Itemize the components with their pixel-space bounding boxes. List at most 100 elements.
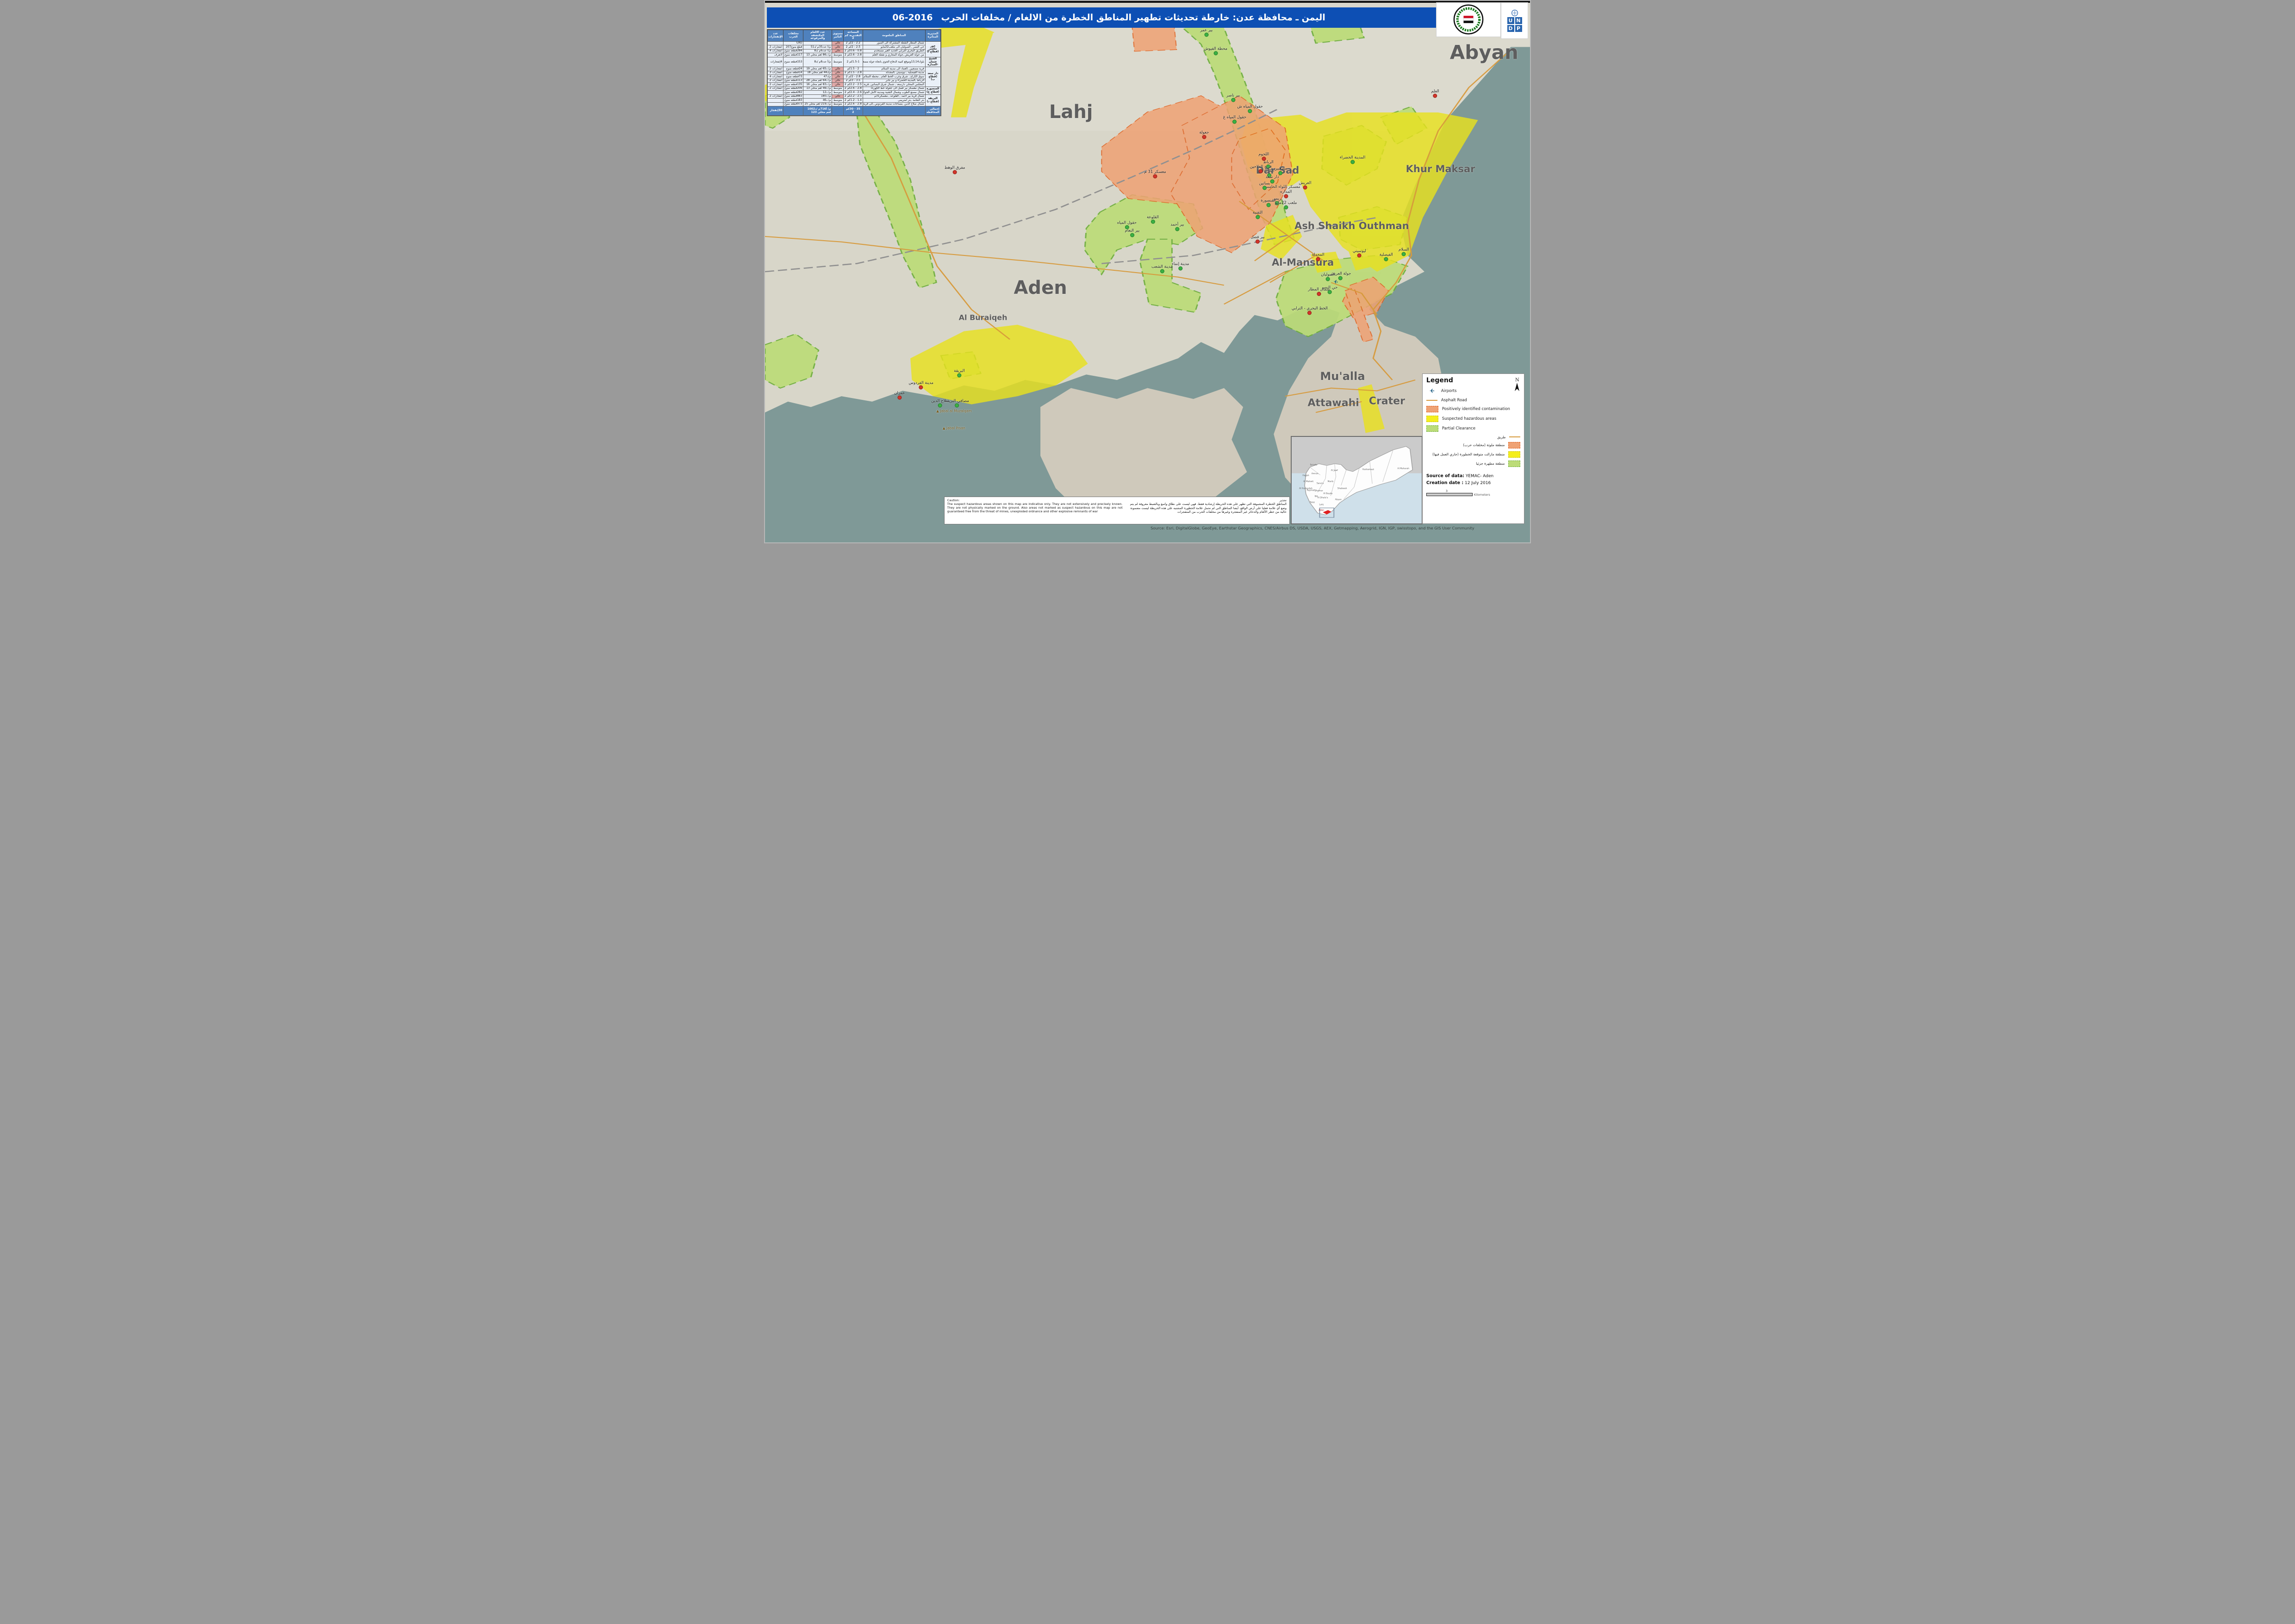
table-cell: م/ د219 لغم محلي 25 [803, 102, 832, 106]
table-cell: م/ د46 [803, 99, 832, 102]
scale-value: 3 [1446, 489, 1521, 493]
legend-label: Airports [1441, 389, 1457, 393]
region-label: Attawahi [1308, 398, 1359, 409]
table-cell: م/د44 لغم محلي 18 [803, 71, 832, 75]
table-cell [767, 102, 783, 106]
legend-label: Asphalt Road [1441, 398, 1467, 403]
map-point: ملعب 22مايو [1275, 201, 1297, 210]
table-cell: شمال مصنع الطوب وشمال التقنية ومدينة الأ… [863, 91, 925, 94]
caution-body-en: The suspect hazardous areas shown on thi… [947, 502, 1123, 513]
map-point: مدينة الشعب [1151, 265, 1173, 274]
table-row: بئر النعامة ,بئر أمتريمي1.4 - 1.2كم 2متو… [767, 99, 940, 102]
map-point-label: المداره [1280, 189, 1292, 194]
legend-label: طريق [1497, 435, 1505, 439]
title-date: 06-2016 [892, 12, 933, 23]
legend-label: Positively identified contamination [1442, 407, 1510, 411]
map-point-label: بساتين [1259, 181, 1270, 186]
map-point: المنصورة [1261, 199, 1276, 207]
map-point: شمال المطار [1308, 287, 1330, 296]
table-cell: شمال معسكر بير فضل الى جعولة خط الكهرباء [863, 87, 925, 90]
table-cell: 135قطعه منوع [784, 83, 803, 87]
red-dot-icon [1316, 257, 1320, 261]
green-dot-icon [1204, 32, 1208, 37]
table-cell [767, 91, 783, 94]
table-cell: بئر النعامة ,بئر أمتريمي [863, 99, 925, 102]
red-dot-icon [952, 170, 957, 174]
contamination-swatch [1508, 442, 1520, 448]
inset-governorate-label: Al Jawf [1331, 469, 1338, 472]
table-cell: 153قطعه منوع [784, 57, 803, 67]
scale-unit: Kilometers [1474, 493, 1490, 497]
table-cell: قطع منوع207 [784, 45, 803, 49]
table-cell: انفجارات 4 [767, 49, 783, 53]
table-cell: مستوى التأثير [832, 30, 844, 42]
green-dot-icon [1130, 233, 1134, 237]
map-point: المداره [1280, 189, 1292, 198]
table-cell: م/ د83 لغم محلي 16 [803, 83, 832, 87]
map-point-label: بير فضل [1250, 235, 1264, 239]
table-row: خور مكسر (قطاع أ)شمال المطار النقطة المش… [767, 41, 940, 45]
scale-bar-rect [1426, 493, 1473, 496]
map-point-label: حقول المياه ش [1237, 104, 1263, 109]
table-cell: شمال المطار النقطة المشتركة الى السور [863, 41, 925, 45]
table-cell: عالي [832, 71, 844, 75]
table-cell: البريقة (قطاع د) [925, 94, 940, 106]
table-cell: 73قطعه منوع [784, 75, 803, 79]
table-cell: 35 - 30كم 2 [843, 106, 863, 116]
legend-label: منطقة مطهرة جزئيا [1476, 461, 1505, 466]
map-point: بير أحمد [1170, 222, 1184, 231]
map-point: جعولة [1199, 130, 1209, 139]
table-row: الشيخ عثمان -المدارةبلوك13,14وموقع كتيبة… [767, 57, 940, 67]
table-cell: المجلس المحلي دارسعد , شمال شرق البساتين… [863, 83, 925, 87]
table-cell: 883قطعه منوع [784, 94, 803, 98]
table-cell: 2.8 - 2كم 2 [843, 75, 863, 79]
map-point: بير فضل [1250, 235, 1264, 243]
table-cell: 183قطعه منوع [784, 99, 803, 102]
map-point: مصعبين [1274, 167, 1287, 175]
table-cell: 30إنفجار [767, 106, 783, 116]
table-cell: 113قطعه منوع [784, 79, 803, 82]
map-point: العلم [1431, 89, 1439, 98]
green-dot-icon [1338, 276, 1343, 280]
map-point-label: دار سعد [1266, 174, 1279, 179]
map-point-label: التقنية [1253, 211, 1263, 215]
caution-body-ar: المناطق الخطرة المشبوهة التي تظهر على هذ… [1130, 502, 1287, 514]
table-cell: 2.8 - 2.6كم 2 [843, 87, 863, 90]
inset-governorate-label: Abyan [1335, 499, 1342, 501]
map-point-label: بير عمر [1200, 28, 1213, 32]
table-cell: انفجارات 2 [767, 83, 783, 87]
map-point-label: البريقة [954, 368, 964, 373]
green-dot-icon [1151, 219, 1155, 224]
table-cell: مخلفات الحرب [784, 30, 803, 42]
table-cell: م/ د64 لغم محلي 28 [803, 79, 832, 82]
legend-item-partial: Partial Clearance [1426, 425, 1521, 432]
table-cell: 117قطعه منوع [784, 53, 803, 57]
inset-governorate-label: Taizz [1310, 501, 1315, 504]
map-point: مصافي البريقة [945, 399, 969, 408]
yemac-logo [1437, 3, 1500, 37]
table-row: المنصورة (قطاع ج)شمال معسكر بير فضل الى … [767, 87, 940, 90]
region-label: Crater [1369, 395, 1405, 407]
map-point-label: بير ناصر [1226, 93, 1240, 98]
region-label: Ash Shaikh Outhman [1294, 220, 1409, 231]
table-row: الرباط ,المدينة الخضراء و بير جابر3.5 - … [767, 79, 940, 82]
green-dot-icon [1160, 269, 1164, 274]
inset-governorate-label: Al Maharah [1398, 467, 1409, 470]
map-point-label: مصعبين [1274, 167, 1287, 171]
red-dot-icon [1256, 239, 1260, 243]
map-point-label: مدينة إنماء [1172, 262, 1189, 267]
table-cell: 1.5-1كم 2 [843, 57, 863, 67]
yemac-emblem-icon [1453, 4, 1484, 35]
table-cell: 2.5 - 2.2كم 2 [843, 94, 863, 98]
map-point: بساتين [1259, 181, 1270, 190]
table-cell: 282قطعه منوع [784, 91, 803, 94]
caution-title-ar: تحذير [1127, 498, 1287, 503]
table-cell: عالي [832, 41, 844, 45]
undp-letter: N [1515, 17, 1522, 24]
green-dot-icon [1231, 98, 1235, 102]
map-point: ليوسيتي [1353, 249, 1366, 258]
map-point-label: السلام [1399, 247, 1409, 252]
table-total-row: إجمالي المحافظة35 - 30كم 2م/ أ716م /د100… [767, 106, 940, 116]
north-arrow-icon [1514, 383, 1520, 392]
table-cell: الشيخ عثمان -المدارة [925, 57, 940, 67]
